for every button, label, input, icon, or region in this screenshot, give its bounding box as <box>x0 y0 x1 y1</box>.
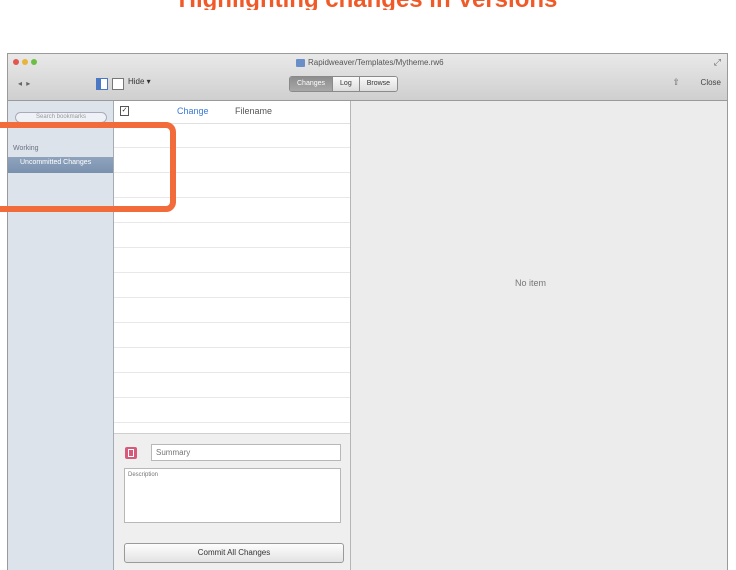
description-field[interactable] <box>124 468 341 523</box>
list-item[interactable] <box>114 348 350 373</box>
window-controls <box>13 59 37 65</box>
filename-sort-label[interactable]: Filename <box>235 106 272 116</box>
fullscreen-icon[interactable]: ⤢ <box>714 57 721 68</box>
close-window-icon[interactable] <box>13 59 19 65</box>
zoom-window-icon[interactable] <box>31 59 37 65</box>
tab-changes[interactable]: Changes <box>290 77 334 91</box>
list-item[interactable] <box>114 248 350 273</box>
summary-input[interactable] <box>151 444 341 461</box>
tab-log[interactable]: Log <box>333 77 360 91</box>
title-bar: Rapidweaver/Templates/Mytheme.rw6 ⤢ ◂ ▸ … <box>8 54 727 101</box>
bookmark-icon[interactable] <box>125 447 137 459</box>
commit-editor: Commit All Changes <box>114 433 350 570</box>
document-icon <box>296 58 305 67</box>
list-header: ✓ Change Filename <box>114 101 350 124</box>
view-segmented-control: Changes Log Browse <box>289 76 399 92</box>
toolbar: ◂ ▸ Hide ▾ Changes Log Browse ⇧ Close <box>8 76 727 96</box>
view-menu-button[interactable]: Hide ▾ <box>128 77 151 86</box>
select-all-checkbox-icon[interactable]: ✓ <box>120 106 129 116</box>
list-item[interactable] <box>114 323 350 348</box>
sidebar-toggle-icon[interactable] <box>96 78 108 90</box>
minimize-window-icon[interactable] <box>22 59 28 65</box>
list-item[interactable] <box>114 223 350 248</box>
window-title-text: Rapidweaver/Templates/Mytheme.rw6 <box>308 58 444 67</box>
change-column-link[interactable]: Change <box>177 106 209 116</box>
page-headline: Highlighting changes in Versions <box>0 0 736 10</box>
commit-button[interactable]: Commit All Changes <box>124 543 344 563</box>
tab-browse[interactable]: Browse <box>359 77 398 91</box>
empty-state-text: No item <box>515 278 547 288</box>
nav-arrows-icon[interactable]: ◂ ▸ <box>18 79 31 88</box>
list-item[interactable] <box>114 398 350 423</box>
list-item[interactable] <box>114 298 350 323</box>
share-icon[interactable]: ⇧ <box>672 77 680 88</box>
list-item[interactable] <box>114 273 350 298</box>
close-button[interactable]: Close <box>701 78 721 87</box>
window-title: Rapidweaver/Templates/Mytheme.rw6 <box>296 58 444 67</box>
list-toggle-icon[interactable] <box>112 78 124 90</box>
list-item[interactable] <box>114 373 350 398</box>
highlight-callout <box>0 122 176 212</box>
detail-pane: No item <box>351 101 727 570</box>
